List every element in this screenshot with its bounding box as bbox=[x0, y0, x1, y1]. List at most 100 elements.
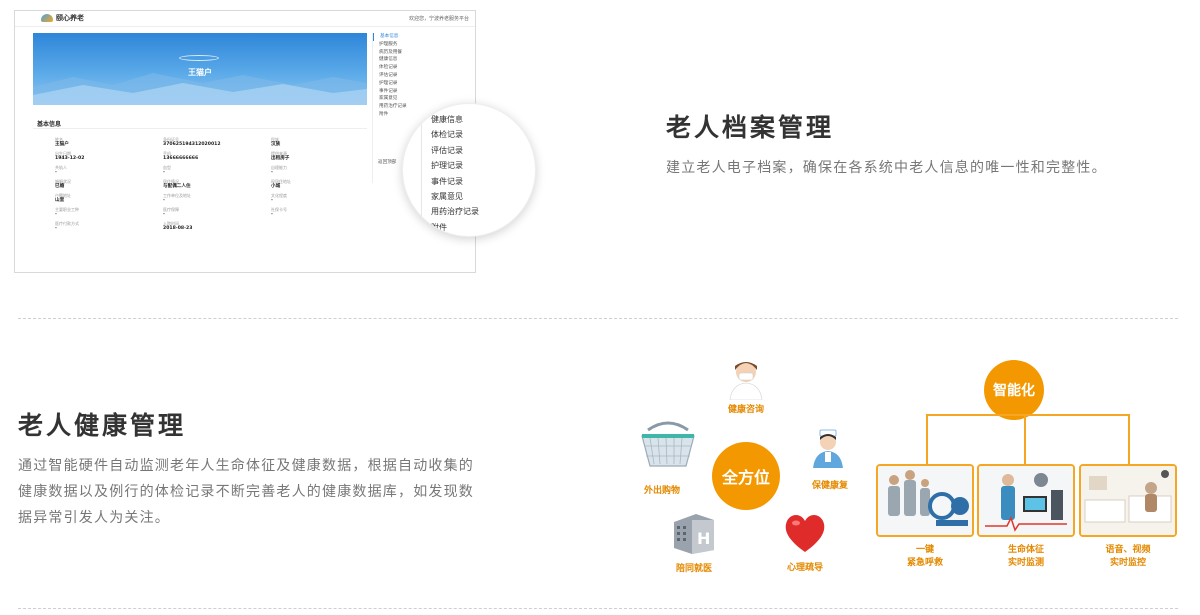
side-nav-item[interactable]: 体检记录 bbox=[373, 64, 472, 72]
info-field-value: 王猫户 bbox=[55, 142, 69, 147]
profile-name: 王猫户 bbox=[188, 68, 212, 77]
section-health-desc: 通过智能硬件自动监测老年人生命体征及健康数据，根据自动收集的 健康数据以及例行的… bbox=[18, 453, 474, 531]
svg-text:H: H bbox=[697, 529, 710, 548]
back-to-top-link[interactable]: 返回顶部 bbox=[378, 159, 396, 165]
magnifier-zoom: 健康信息 体检记录 评估记录 护理记录 事件记录 家属意见 用药治疗记录 附件 bbox=[402, 103, 536, 237]
logo-icon bbox=[41, 14, 53, 22]
info-field: 居住情况 与配偶二人住 bbox=[163, 179, 271, 190]
info-field: 手机 13666666666 bbox=[163, 151, 271, 162]
omni-item-label: 外出购物 bbox=[643, 486, 680, 496]
info-field-value: 13666666666 bbox=[163, 156, 199, 161]
info-field-value bbox=[271, 221, 355, 227]
zoomed-nav-item[interactable]: 附件 bbox=[431, 220, 479, 235]
zoomed-nav-item[interactable]: 评估记录 bbox=[431, 143, 479, 158]
section-archive-desc: 建立老人电子档案，确保在各系统中老人信息的唯一性和完整性。 bbox=[666, 160, 1107, 176]
basic-info-grid: 姓名 王猫户 身份证号 370625194312020012 民族 汉族出生日期 1943-… bbox=[55, 137, 355, 232]
heart-icon bbox=[782, 510, 828, 554]
alarm-scene-icon bbox=[876, 464, 974, 537]
side-nav-item[interactable]: 家属意见 bbox=[373, 95, 472, 103]
archive-screenshot: 颐心养老 欢迎您，宁波养老服务平台 王猫户 基本信息 姓名 王猫户 身份证号 3706… bbox=[14, 10, 476, 273]
tree-connector bbox=[926, 414, 1130, 416]
shopping-basket-icon bbox=[638, 420, 698, 472]
basic-info-title: 基本信息 bbox=[37, 121, 62, 128]
omni-item-label: 健康咨询 bbox=[727, 405, 764, 415]
panel-label: 一键 紧急呼救 bbox=[876, 544, 974, 570]
divider bbox=[33, 128, 367, 129]
panel-label: 语音、视频 实时监控 bbox=[1079, 544, 1177, 570]
info-field: 民族 汉族 bbox=[271, 137, 355, 148]
info-field: 姓名 王猫户 bbox=[55, 137, 163, 148]
hospital-icon: H bbox=[670, 508, 718, 554]
side-nav-item[interactable]: 护理记录 bbox=[373, 80, 472, 88]
vital-monitor-icon bbox=[977, 464, 1075, 537]
info-field bbox=[271, 221, 355, 232]
side-nav-item[interactable]: 病历及用餐 bbox=[373, 49, 472, 57]
mock-welcome: 欢迎您，宁波养老服务平台 bbox=[408, 16, 469, 22]
panel-label-line2: 紧急呼救 bbox=[906, 558, 943, 568]
info-field-value: 山里 bbox=[55, 198, 65, 203]
info-field-value: - bbox=[271, 170, 273, 175]
section-archive-title: 老人档案管理 bbox=[666, 113, 835, 142]
side-nav-item[interactable]: 健康信息 bbox=[373, 56, 472, 64]
info-field: 入院时间 2018-08-23 bbox=[163, 221, 271, 232]
tree-connector bbox=[1024, 414, 1026, 464]
health-desc-line: 据异常引发人为关注。 bbox=[18, 510, 170, 526]
info-field: 主要职业工种 - bbox=[55, 207, 163, 218]
info-field-value: 2018-08-23 bbox=[163, 226, 193, 231]
zoomed-nav-item[interactable]: 护理记录 bbox=[431, 158, 479, 173]
side-nav-item[interactable]: 基本信息 bbox=[373, 33, 472, 41]
info-field-value: - bbox=[55, 170, 57, 175]
info-field-value: - bbox=[55, 226, 57, 231]
info-field: 婚姻状况 已婚 bbox=[55, 179, 163, 190]
health-desc-line: 健康数据以及例行的体检记录不断完善老人的健康数据库，如发现数 bbox=[18, 484, 474, 500]
smart-center: 智能化 bbox=[984, 360, 1044, 420]
zoomed-nav-list: 健康信息 体检记录 评估记录 护理记录 事件记录 家属意见 用药治疗记录 附件 bbox=[431, 112, 479, 235]
side-nav-item[interactable]: 护理服务 bbox=[373, 41, 472, 49]
side-nav-item[interactable]: 事件记录 bbox=[373, 88, 472, 96]
panel-label-line1: 语音、视频 bbox=[1105, 545, 1151, 555]
info-field: 现居住地址 小城 bbox=[271, 179, 355, 190]
smart-service-diagram: 智能化 一键 紧急呼救 生命体征 实时监测 语音、视频 实时监控 bbox=[872, 358, 1182, 588]
panel-label: 生命体征 实时监测 bbox=[977, 544, 1075, 570]
profile-banner: 王猫户 bbox=[33, 33, 367, 105]
section-divider bbox=[18, 318, 1178, 319]
info-field: 出生日期 1943-12-02 bbox=[55, 151, 163, 162]
info-field-value: - bbox=[271, 198, 273, 203]
section-divider bbox=[18, 608, 1178, 609]
info-field: 血型 - bbox=[163, 165, 271, 176]
omni-item-label: 陪同就医 bbox=[675, 564, 712, 574]
tree-connector bbox=[1128, 414, 1130, 464]
info-field-value: - bbox=[163, 212, 165, 217]
zoomed-nav-item[interactable]: 事件记录 bbox=[431, 174, 479, 189]
info-field: 共轨人 - bbox=[55, 165, 163, 176]
panel-label-line1: 生命体征 bbox=[1007, 545, 1044, 555]
zoomed-nav-item[interactable]: 用药治疗记录 bbox=[431, 204, 479, 219]
omni-service-diagram: 全方位 健康咨询 保健康复 心理疏导 H 陪同就医 外出购物 bbox=[630, 350, 860, 580]
info-field: 医疗保障 - bbox=[163, 207, 271, 218]
nurse-icon bbox=[810, 428, 846, 468]
mock-profile: 王猫户 基本信息 姓名 王猫户 身份证号 370625194312020012 民族 汉族… bbox=[33, 33, 367, 272]
mock-logo-text: 颐心养老 bbox=[56, 14, 84, 22]
info-field-value: 小城 bbox=[271, 184, 281, 189]
info-field-value: 汉族 bbox=[271, 142, 281, 147]
side-nav-item[interactable]: 评估记录 bbox=[373, 72, 472, 80]
panel-label-line1: 一键 bbox=[915, 545, 934, 555]
zoom-divider bbox=[421, 112, 422, 232]
zoomed-nav-item[interactable]: 健康信息 bbox=[431, 112, 479, 127]
avatar-ring bbox=[179, 55, 219, 61]
mock-header: 颐心养老 欢迎您，宁波养老服务平台 bbox=[15, 11, 475, 27]
info-field-value: 已婚 bbox=[55, 184, 65, 189]
health-desc-line: 通过智能硬件自动监测老年人生命体征及健康数据，根据自动收集的 bbox=[18, 458, 474, 474]
zoomed-nav-item[interactable]: 体检记录 bbox=[431, 127, 479, 142]
info-field-value: 1943-12-02 bbox=[55, 156, 85, 161]
info-field-value: 与配偶二人住 bbox=[163, 184, 191, 189]
info-field: 社保卡号 - bbox=[271, 207, 355, 218]
info-field: 身份证号 370625194312020012 bbox=[163, 137, 271, 148]
omni-item-label: 心理疏导 bbox=[786, 563, 823, 573]
info-field: 自理能力 - bbox=[271, 165, 355, 176]
info-field-value: - bbox=[163, 198, 165, 203]
zoomed-nav-item[interactable]: 家属意见 bbox=[431, 189, 479, 204]
mock-logo: 颐心养老 bbox=[41, 13, 84, 23]
info-field-value: 出租房子 bbox=[271, 156, 290, 161]
info-field: 户籍地址 山里 bbox=[55, 193, 163, 204]
